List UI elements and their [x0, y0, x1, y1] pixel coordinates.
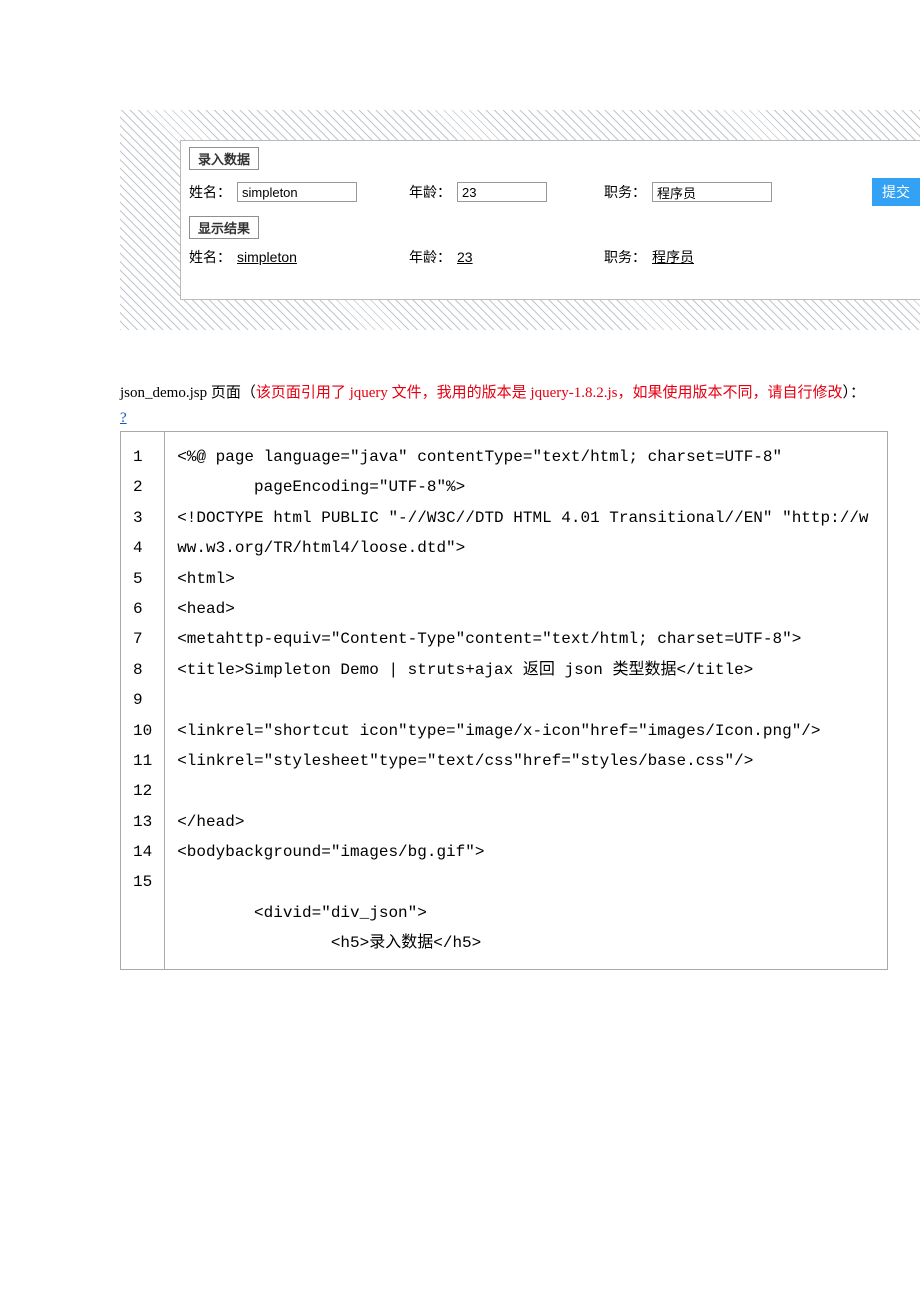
code-table: 123456789101112131415 <%@ page language=… [120, 431, 888, 970]
result-name-label: 姓名： [189, 247, 231, 267]
job-label: 职务： [604, 182, 646, 202]
result-name-value: simpleton [237, 249, 297, 265]
line-number: 14 [133, 837, 152, 867]
line-number: 9 [133, 685, 152, 715]
result-fieldset-legend: 显示结果 [189, 216, 259, 239]
question-link[interactable]: ? [120, 410, 127, 426]
demo-background: 录入数据 姓名： 年龄： 职务： 提交 显示结果 姓 [120, 110, 920, 330]
name-input[interactable] [237, 182, 357, 202]
line-number: 3 [133, 503, 152, 533]
line-number: 7 [133, 624, 152, 654]
line-number: 12 [133, 776, 152, 806]
description-paragraph: json_demo.jsp 页面（该页面引用了 jquery 文件，我用的版本是… [120, 380, 880, 407]
desc-suffix: ）： [843, 385, 866, 401]
result-job-value: 程序员 [652, 247, 694, 267]
line-number: 2 [133, 472, 152, 502]
code-content: <%@ page language="java" contentType="te… [177, 442, 875, 959]
result-job-label: 职务： [604, 247, 646, 267]
line-number-gutter: 123456789101112131415 [121, 432, 165, 970]
line-number: 8 [133, 655, 152, 685]
result-age-label: 年龄： [409, 247, 451, 267]
line-number: 13 [133, 807, 152, 837]
line-number: 1 [133, 442, 152, 472]
job-input[interactable] [652, 182, 772, 202]
form-panel: 录入数据 姓名： 年龄： 职务： 提交 显示结果 姓 [180, 140, 920, 300]
name-label: 姓名： [189, 182, 231, 202]
result-age-value: 23 [457, 249, 473, 265]
desc-red: 该页面引用了 jquery 文件，我用的版本是 jquery-1.8.2.js，… [256, 385, 843, 401]
input-fieldset-legend: 录入数据 [189, 147, 259, 170]
submit-button[interactable]: 提交 [872, 178, 920, 206]
line-number: 15 [133, 867, 152, 897]
line-number: 5 [133, 564, 152, 594]
code-cell: <%@ page language="java" contentType="te… [165, 432, 888, 970]
line-number: 4 [133, 533, 152, 563]
line-number: 6 [133, 594, 152, 624]
line-number: 10 [133, 716, 152, 746]
age-label: 年龄： [409, 182, 451, 202]
input-row: 姓名： 年龄： 职务： 提交 [181, 174, 920, 210]
age-input[interactable] [457, 182, 547, 202]
result-row: 姓名： simpleton 年龄： 23 职务： 程序员 [181, 243, 920, 271]
line-number: 11 [133, 746, 152, 776]
desc-prefix: json_demo.jsp 页面（ [120, 385, 256, 401]
